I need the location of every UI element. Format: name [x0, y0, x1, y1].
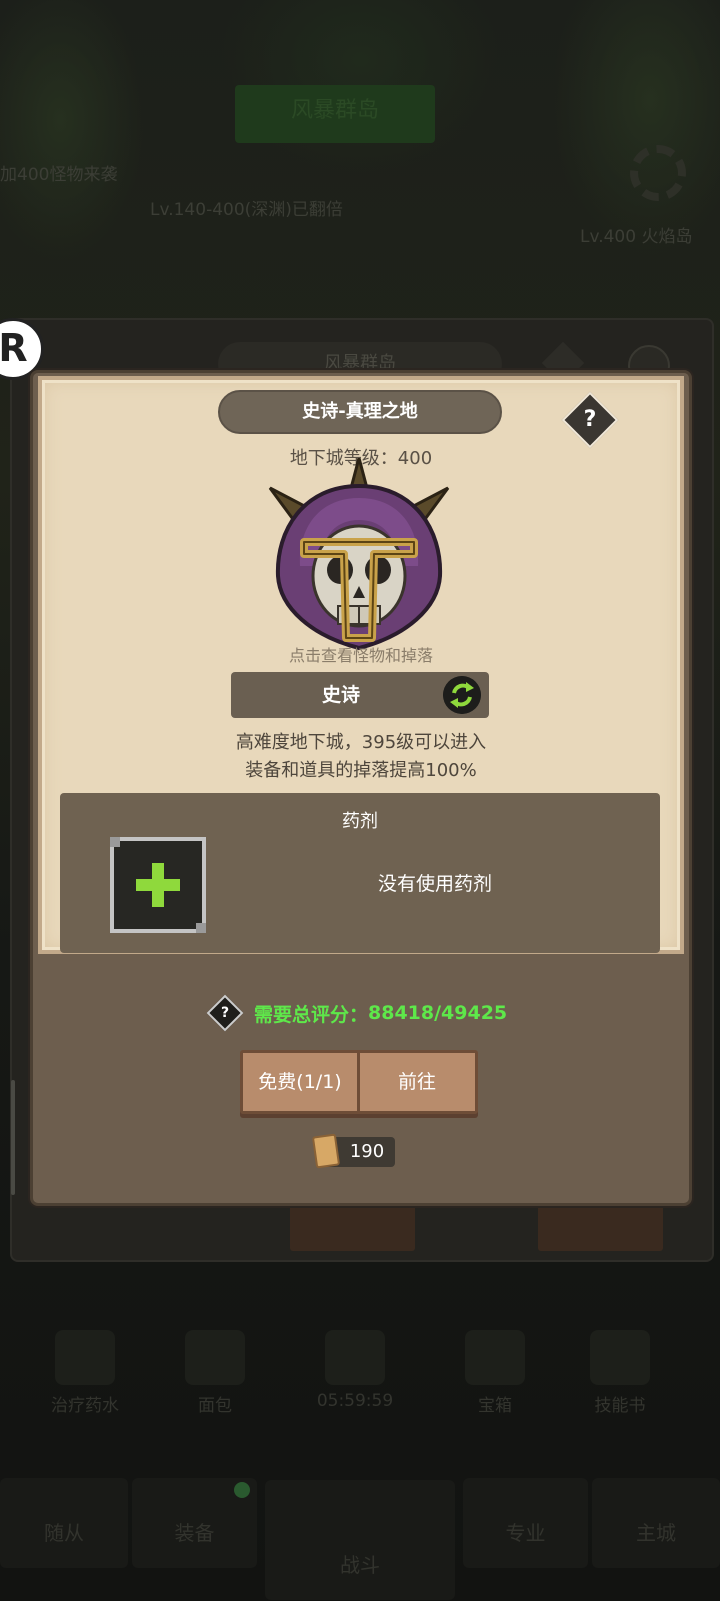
- potion-title: 药剂: [342, 811, 378, 832]
- switch-difficulty-icon[interactable]: [443, 676, 481, 714]
- scroll-icon: [311, 1133, 341, 1169]
- bg-event-text-2: Lv.140-400(深渊)已翻倍: [150, 200, 343, 220]
- score-help-icon[interactable]: ?: [206, 994, 244, 1032]
- bg-nav-city: 主城: [592, 1478, 720, 1568]
- score-requirement: ? 需要总评分： 88418/49425: [206, 994, 508, 1032]
- bg-event-text: 加400怪物来袭: [0, 165, 118, 185]
- bg-notification-dot: [234, 1482, 250, 1498]
- difficulty-label: 史诗: [321, 684, 360, 706]
- bg-button-stub: [290, 1205, 415, 1251]
- potion-slot[interactable]: [110, 837, 206, 933]
- bg-region-label: 风暴群岛: [290, 98, 379, 123]
- action-buttons: 免费(1/1) 前往: [240, 1050, 478, 1114]
- cost-value: 190: [349, 1141, 385, 1162]
- bg-nav-followers: 随从: [0, 1478, 128, 1568]
- free-entry-button[interactable]: 免费(1/1): [243, 1053, 357, 1111]
- dungeon-desc-line1: 高难度地下城，395级可以进入: [235, 732, 487, 753]
- bg-button-stub-2: [538, 1205, 663, 1251]
- bg-tab-potion: 治疗药水: [30, 1330, 140, 1416]
- bg-tab-timer: 05:59:59: [300, 1330, 410, 1411]
- bg-event-text-3: Lv.400 火焰岛: [580, 227, 693, 247]
- bg-nav-profession: 专业: [463, 1478, 588, 1568]
- dungeon-title: 史诗-真理之地: [218, 390, 502, 434]
- potion-empty-text: 没有使用药剂: [377, 873, 492, 895]
- bg-tab-bread: 面包: [160, 1330, 270, 1416]
- score-label: 需要总评分：: [254, 1003, 369, 1026]
- dungeon-desc-line2: 装备和道具的掉落提高100%: [245, 760, 477, 781]
- go-button[interactable]: 前往: [359, 1053, 475, 1111]
- score-value: 88418/49425: [368, 1002, 508, 1024]
- boss-helmet-icon[interactable]: [264, 458, 454, 658]
- difficulty-selector[interactable]: 史诗: [231, 672, 489, 718]
- bg-tab-chest: 宝箱: [440, 1330, 550, 1416]
- gear-icon: [630, 145, 686, 201]
- potion-panel: 药剂 没有使用药剂: [60, 793, 660, 953]
- bg-nav-battle: 战斗: [265, 1480, 455, 1600]
- scrollbar: [11, 1080, 15, 1195]
- bg-tab-skillbook: 技能书: [565, 1330, 675, 1416]
- scroll-cost: 190: [311, 1133, 395, 1169]
- boss-hint[interactable]: 点击查看怪物和掉落: [38, 642, 684, 666]
